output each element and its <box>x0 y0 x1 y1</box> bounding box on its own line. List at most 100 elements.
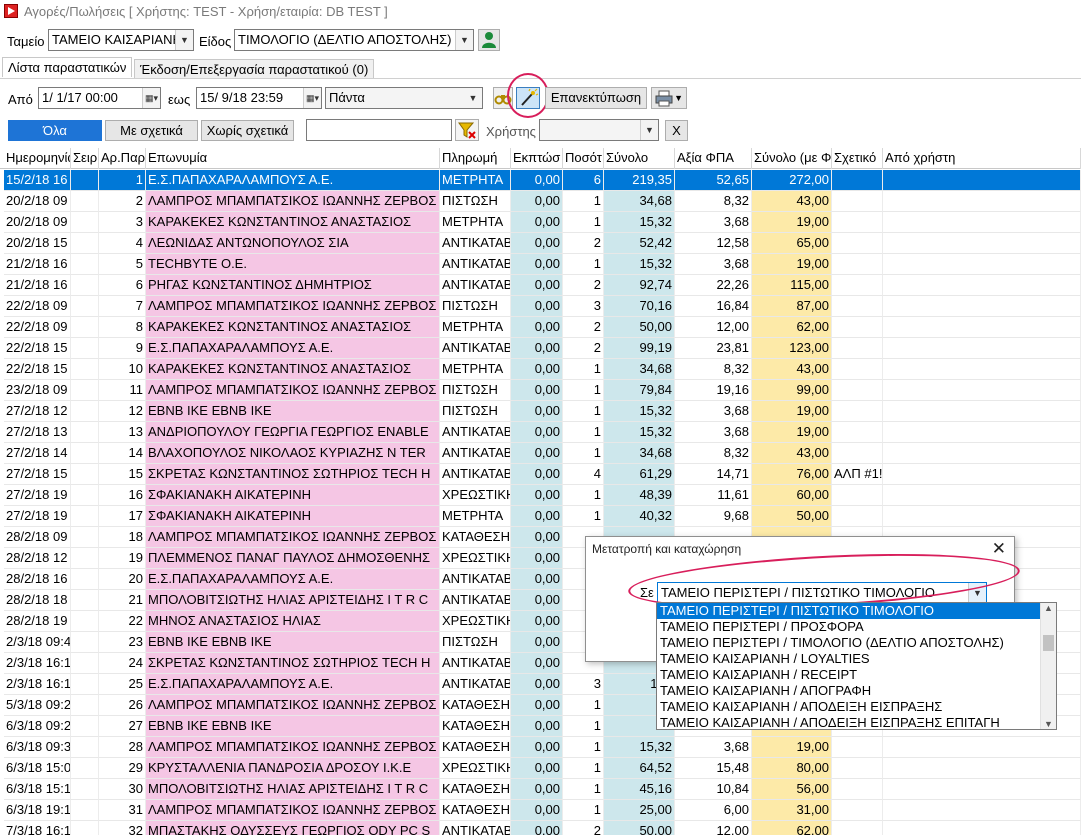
dropdown-option[interactable]: ΤΑΜΕΙΟ ΚΑΙΣΑΡΙΑΝΗ / RECEIPT <box>657 667 1056 683</box>
table-row[interactable]: 21/2/18 16 5 TECHBYTE O.E. ΑΝΤΙΚΑΤΑΒ 0,00 1 15… <box>0 254 1081 275</box>
filter-clear-button[interactable] <box>455 119 479 141</box>
scroll-thumb[interactable] <box>1043 635 1054 651</box>
dropdown-option[interactable]: ΤΑΜΕΙΟ ΚΑΙΣΑΡΙΑΝΗ / ΑΠΟΓΡΑΦΗ <box>657 683 1056 699</box>
print-button[interactable]: ▼ <box>651 87 687 109</box>
column-header[interactable]: Σύνολο <box>604 148 675 169</box>
table-row[interactable]: 20/2/18 09 2 ΛΑΜΠΡΟΣ ΜΠΑΜΠΑΤΣΙΚΟΣ ΙΩΑΝΝΗΣ … <box>0 191 1081 212</box>
table-cell: 9 <box>99 338 146 359</box>
table-cell: 92,74 <box>604 275 675 296</box>
table-cell: 10,84 <box>675 779 752 800</box>
table-row[interactable]: 20/2/18 09 3 ΚΑΡΑΚΕΚΕΣ ΚΩΝΣΤΑΝΤΙΝΟΣ ΑΝΑΣΤΑ… <box>0 212 1081 233</box>
table-cell: 0,00 <box>511 800 563 821</box>
column-header[interactable]: Ποσότ <box>563 148 604 169</box>
table-cell <box>832 338 883 359</box>
column-header[interactable]: Σύνολο (με Φ <box>752 148 832 169</box>
tab-document-list[interactable]: Λίστα παραστατικών <box>2 57 133 77</box>
column-header[interactable]: Πληρωμή <box>440 148 511 169</box>
tameio-value: ΤΑΜΕΙΟ ΚΑΙΣΑΡΙΑΝΗ <box>52 32 182 47</box>
column-header[interactable]: Εκπτώσ <box>511 148 563 169</box>
table-row[interactable]: 22/2/18 15 9 Ε.Σ.ΠΑΠΑΧΑΡΑΛΑΜΠΟΥΣ Α.Ε. ΑΝΤΙΚ… <box>0 338 1081 359</box>
table-row[interactable]: 22/2/18 09 8 ΚΑΡΑΚΕΚΕΣ ΚΩΝΣΤΑΝΤΙΝΟΣ ΑΝΑΣΤΑ… <box>0 317 1081 338</box>
table-row[interactable]: 20/2/18 15 4 ΛΕΩΝΙΔΑΣ ΑΝΤΩΝΟΠΟΥΛΟΣ ΣΙΑ ΑΝΤΙ… <box>0 233 1081 254</box>
column-header[interactable]: Επωνυμία <box>146 148 440 169</box>
reprint-button[interactable]: Επανεκτύπωση <box>545 87 647 109</box>
dropdown-option[interactable]: ΤΑΜΕΙΟ ΚΑΙΣΑΡΙΑΝΗ / ΑΠΟΔΕΙΞΗ ΕΙΣΠΡΑΞΗΣ Ε… <box>657 715 1056 729</box>
table-cell: 3,68 <box>675 401 752 422</box>
dropdown-option[interactable]: ΤΑΜΕΙΟ ΠΕΡΙΣΤΕΡΙ / ΠΙΣΤΩΤΙΚΟ ΤΙΜΟΛΟΓΙΟ <box>657 603 1056 619</box>
table-cell: 272,00 <box>752 170 832 191</box>
table-row[interactable]: 27/2/18 14 14 ΒΛΑΧΟΠΟΥΛΟΣ ΝΙΚΟΛΑΟΣ ΚΥΡΙΑΖΗ… <box>0 443 1081 464</box>
table-cell <box>71 590 99 611</box>
dropdown-option[interactable]: ΤΑΜΕΙΟ ΠΕΡΙΣΤΕΡΙ / ΤΙΜΟΛΟΓΙΟ (ΔΕΛΤΙΟ ΑΠΟ… <box>657 635 1056 651</box>
dropdown-option[interactable]: ΤΑΜΕΙΟ ΠΕΡΙΣΤΕΡΙ / ΠΡΟΣΦΟΡΑ <box>657 619 1056 635</box>
table-row[interactable]: 6/3/18 09:3 28 ΛΑΜΠΡΟΣ ΜΠΑΜΠΑΤΣΙΚΟΣ ΙΩΑΝΝΗ… <box>0 737 1081 758</box>
table-row[interactable]: 27/2/18 19 16 ΣΦΑΚΙΑΝΑΚΗ ΑΙΚΑΤΕΡΙΝΗ ΧΡΕΩΣΤΙ… <box>0 485 1081 506</box>
table-cell <box>883 464 1081 485</box>
table-row[interactable]: 27/2/18 12 12 EBNB IKE EBNB IKE ΠΙΣΤΩΣΗ 0,00… <box>0 401 1081 422</box>
table-row[interactable]: 27/2/18 15 15 ΣΚΡΕΤΑΣ ΚΩΝΣΤΑΝΤΙΝΟΣ ΣΩΤΗΡΙΟ… <box>0 464 1081 485</box>
close-icon[interactable]: ✕ <box>992 539 1006 559</box>
column-header[interactable]: Από χρήστη <box>883 148 1081 169</box>
table-cell <box>71 380 99 401</box>
table-row[interactable]: 23/2/18 09 11 ΛΑΜΠΡΟΣ ΜΠΑΜΠΑΤΣΙΚΟΣ ΙΩΑΝΝΗΣ… <box>0 380 1081 401</box>
table-row[interactable]: 6/3/18 19:1 31 ΛΑΜΠΡΟΣ ΜΠΑΜΠΑΤΣΙΚΟΣ ΙΩΑΝΝΗ… <box>0 800 1081 821</box>
table-cell: 22 <box>99 611 146 632</box>
tab-edit-document[interactable]: Έκδοση/Επεξεργασία παραστατικού (0) <box>134 59 375 79</box>
eidos-select[interactable]: ΤΙΜΟΛΟΓΙΟ (ΔΕΛΤΙΟ ΑΠΟΣΤΟΛΗΣ) ▼ <box>234 29 474 51</box>
table-row[interactable]: 6/3/18 15:1 30 ΜΠΟΛΟΒΙΤΣΙΩΤΗΣ ΗΛΙΑΣ ΑΡΙΣΤΕ… <box>0 779 1081 800</box>
user-button[interactable] <box>478 29 500 51</box>
table-cell: ΚΑΤΑΘΕΣΗ <box>440 737 511 758</box>
table-row[interactable]: 6/3/18 15:0 29 ΚΡΥΣΤΑΛΛΕΝΙΑ ΠΑΝΔΡΟΣΙΑ ΔΡΟΣ… <box>0 758 1081 779</box>
table-cell: 11,61 <box>675 485 752 506</box>
table-row[interactable]: 27/2/18 13 13 ΑΝΔΡΙΟΠΟΥΛΟΥ ΓΕΩΡΓΙΑ ΓΕΩΡΓΙΟ… <box>0 422 1081 443</box>
to-date-input[interactable]: 15/ 9/18 23:59 ▦▾ <box>196 87 322 109</box>
column-header[interactable]: Αρ.Παρ <box>99 148 146 169</box>
table-cell: 15,32 <box>604 422 675 443</box>
table-cell: ΧΡΕΩΣΤΙΚΗ <box>440 548 511 569</box>
dropdown-scrollbar[interactable]: ▲ ▼ <box>1040 603 1056 729</box>
dropdown-option[interactable]: ΤΑΜΕΙΟ ΚΑΙΣΑΡΙΑΝΗ / LOYALTIES <box>657 651 1056 667</box>
user-select[interactable]: ▼ <box>539 119 659 141</box>
search-input[interactable] <box>306 119 452 141</box>
table-row[interactable]: 22/2/18 15 10 ΚΑΡΑΚΕΚΕΣ ΚΩΝΣΤΑΝΤΙΝΟΣ ΑΝΑΣΤ… <box>0 359 1081 380</box>
period-select[interactable]: Πάντα ▼ <box>325 87 483 109</box>
column-header[interactable]: Σειρ <box>71 148 99 169</box>
target-dropdown-list[interactable]: ΤΑΜΕΙΟ ΠΕΡΙΣΤΕΡΙ / ΠΙΣΤΩΤΙΚΟ ΤΙΜΟΛΟΓΙΟ ΤΑ… <box>656 602 1057 730</box>
table-cell: 8,32 <box>675 443 752 464</box>
table-cell <box>883 254 1081 275</box>
table-cell <box>71 338 99 359</box>
dropdown-option[interactable]: ΤΑΜΕΙΟ ΚΑΙΣΑΡΙΑΝΗ / ΑΠΟΔΕΙΞΗ ΕΙΣΠΡΑΞΗΣ <box>657 699 1056 715</box>
with-related-button[interactable]: Με σχετικά <box>105 120 198 141</box>
table-cell <box>71 485 99 506</box>
column-header[interactable]: Ημερομηνία <box>4 148 71 169</box>
table-cell: 28/2/18 16 <box>4 569 71 590</box>
table-cell: 60,00 <box>752 485 832 506</box>
table-cell <box>832 380 883 401</box>
app-icon <box>4 4 18 18</box>
all-filter-button[interactable]: Όλα <box>8 120 102 141</box>
clear-user-button[interactable]: X <box>665 120 688 141</box>
tameio-label: Ταμείο <box>7 34 45 49</box>
table-cell <box>832 296 883 317</box>
table-cell: ΣΚΡΕΤΑΣ ΚΩΝΣΤΑΝΤΙΝΟΣ ΣΩΤΗΡΙΟΣ TECH H <box>146 653 440 674</box>
table-row[interactable]: 21/2/18 16 6 ΡΗΓΑΣ ΚΩΝΣΤΑΝΤΙΝΟΣ ΔΗΜΗΤΡΙΟΣ Α… <box>0 275 1081 296</box>
table-cell: 99,00 <box>752 380 832 401</box>
without-related-button[interactable]: Χωρίς σχετικά <box>201 120 294 141</box>
column-header[interactable]: Αξία ΦΠΑ <box>675 148 752 169</box>
table-cell: 0,00 <box>511 653 563 674</box>
tameio-select[interactable]: ΤΑΜΕΙΟ ΚΑΙΣΑΡΙΑΝΗ ▼ <box>48 29 194 51</box>
highlight-circle <box>507 73 549 118</box>
table-cell: 43,00 <box>752 359 832 380</box>
table-cell: ΚΑΤΑΘΕΣΗ <box>440 527 511 548</box>
from-date-input[interactable]: 1/ 1/17 00:00 ▦▾ <box>38 87 161 109</box>
column-header[interactable]: Σχετικό <box>832 148 883 169</box>
table-cell: ΛΕΩΝΙΔΑΣ ΑΝΤΩΝΟΠΟΥΛΟΣ ΣΙΑ <box>146 233 440 254</box>
table-row[interactable]: 15/2/18 16 1 Ε.Σ.ΠΑΠΑΧΑΡΑΛΑΜΠΟΥΣ Α.Ε. ΜΕΤΡΗ… <box>0 170 1081 191</box>
table-cell: 15,32 <box>604 737 675 758</box>
table-cell: 3,68 <box>675 254 752 275</box>
table-row[interactable]: 22/2/18 09 7 ΛΑΜΠΡΟΣ ΜΠΑΜΠΑΤΣΙΚΟΣ ΙΩΑΝΝΗΣ … <box>0 296 1081 317</box>
table-row[interactable]: 7/3/18 16:1 32 ΜΠΑΣΤΑΚΗΣ ΟΔΥΣΣΕΥΣ ΓΕΩΡΓΙΟΣ… <box>0 821 1081 835</box>
table-cell: 10 <box>99 359 146 380</box>
table-cell <box>71 674 99 695</box>
table-row[interactable]: 27/2/18 19 17 ΣΦΑΚΙΑΝΑΚΗ ΑΙΚΑΤΕΡΙΝΗ ΜΕΤΡΗΤΑ… <box>0 506 1081 527</box>
